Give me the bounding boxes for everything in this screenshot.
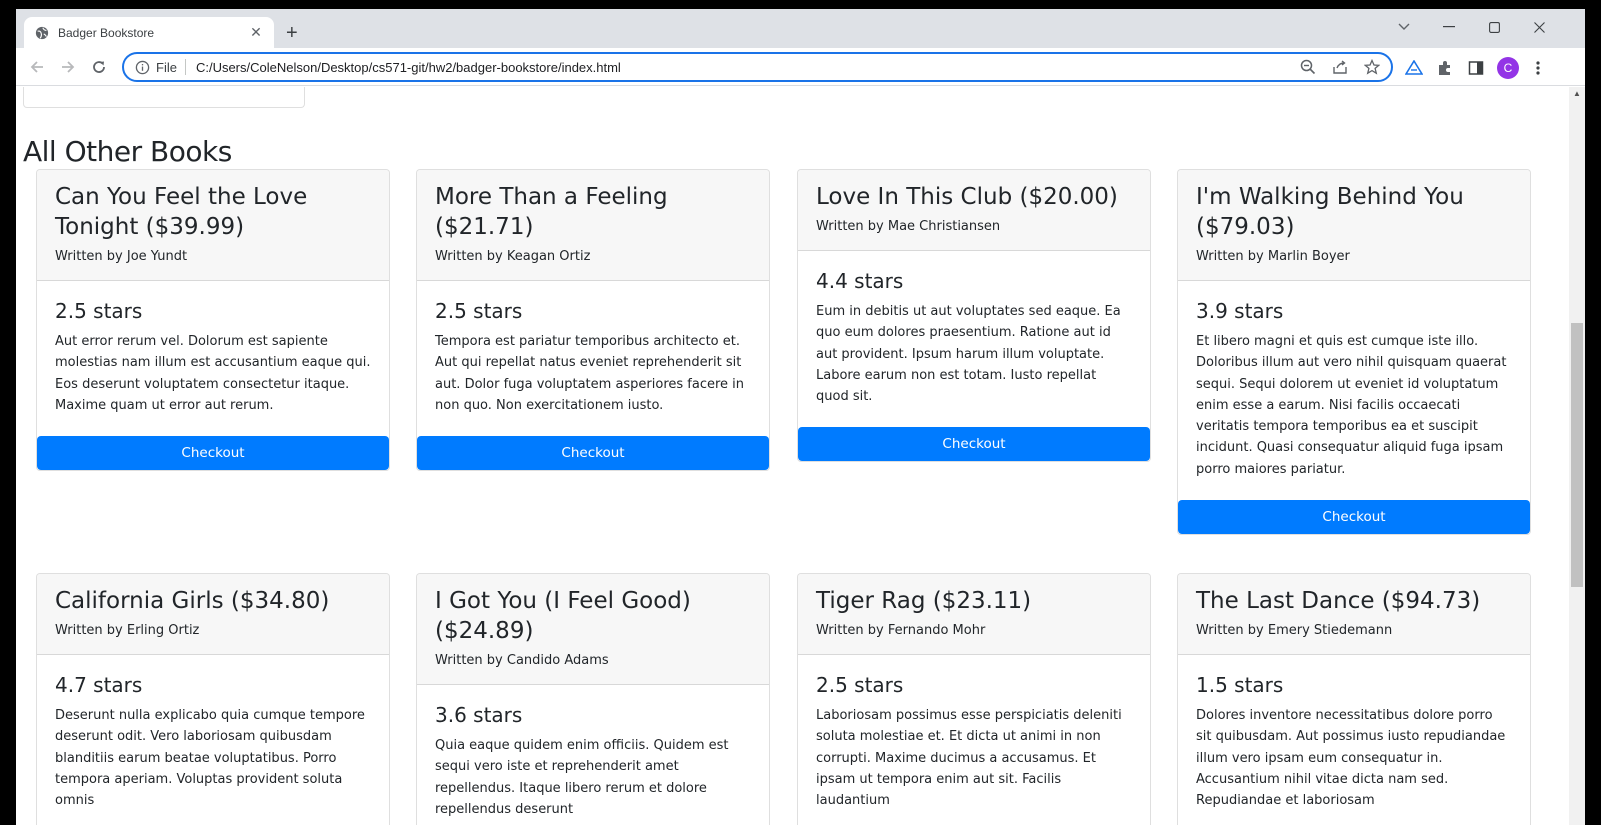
section-title: All Other Books (23, 135, 232, 168)
book-card: California Girls ($34.80) Written by Erl… (36, 573, 390, 825)
forward-arrow-icon[interactable] (57, 56, 79, 78)
close-tab-icon[interactable]: ✕ (248, 24, 264, 41)
book-title: Can You Feel the Love Tonight ($39.99) (55, 184, 308, 240)
more-menu-icon[interactable] (1528, 58, 1548, 78)
scroll-up-arrow-icon[interactable]: ▲ (1573, 89, 1581, 98)
card-body: 2.5 stars Laboriosam possimus esse persp… (798, 655, 1150, 825)
card-header: California Girls ($34.80) Written by Erl… (37, 574, 389, 655)
card-body: 3.6 stars Quia eaque quidem enim officii… (417, 685, 769, 825)
card-body: 2.5 stars Aut error rerum vel. Dolorum e… (37, 281, 389, 436)
card-header: The Last Dance ($94.73) Written by Emery… (1178, 574, 1530, 655)
scheme-label: File (156, 59, 177, 75)
globe-icon (34, 25, 50, 41)
book-rating: 2.5 stars (816, 673, 904, 697)
info-icon[interactable] (134, 59, 150, 75)
book-card: More Than a Feeling ($21.71) Written by … (416, 169, 770, 472)
book-card: I Got You (I Feel Good) ($24.89) Written… (416, 573, 770, 825)
card-body: 1.5 stars Dolores inventore necessitatib… (1178, 655, 1530, 825)
minimize-icon[interactable] (1434, 15, 1464, 39)
reload-icon[interactable] (88, 56, 110, 78)
book-rating: 1.5 stars (1196, 673, 1284, 697)
close-window-icon[interactable] (1524, 15, 1554, 39)
book-title: Love In This Club ($20.00) (816, 184, 1118, 210)
new-tab-icon[interactable]: + (286, 23, 298, 43)
previous-card-edge (23, 87, 305, 108)
page-content: All Other Books Can You Feel the Love To… (16, 87, 1569, 825)
book-author: Written by Keagan Ortiz (435, 249, 591, 264)
card-body: 2.5 stars Tempora est pariatur temporibu… (417, 281, 769, 436)
card-header: I Got You (I Feel Good) ($24.89) Written… (417, 574, 769, 685)
card-body: 4.4 stars Eum in debitis ut aut voluptat… (798, 251, 1150, 427)
book-author: Written by Candido Adams (435, 653, 609, 668)
book-description: Deserunt nulla explicabo quia cumque tem… (55, 708, 365, 809)
book-title: The Last Dance ($94.73) (1196, 588, 1481, 614)
book-author: Written by Fernando Mohr (816, 623, 986, 638)
title-bar: Badger Bookstore ✕ + (16, 9, 1585, 48)
card-header: Can You Feel the Love Tonight ($39.99) W… (37, 170, 389, 281)
bookmark-star-icon[interactable] (1363, 58, 1381, 76)
book-card: Can You Feel the Love Tonight ($39.99) W… (36, 169, 390, 472)
card-header: More Than a Feeling ($21.71) Written by … (417, 170, 769, 281)
book-description: Tempora est pariatur temporibus architec… (435, 334, 745, 413)
book-description: Aut error rerum vel. Dolorum est sapient… (55, 334, 371, 413)
share-icon[interactable] (1331, 58, 1349, 76)
book-author: Written by Emery Stiedemann (1196, 623, 1393, 638)
book-rating: 4.4 stars (816, 269, 904, 293)
book-card: Tiger Rag ($23.11) Written by Fernando M… (797, 573, 1151, 825)
book-rating: 4.7 stars (55, 673, 143, 697)
card-header: Tiger Rag ($23.11) Written by Fernando M… (798, 574, 1150, 655)
browser-toolbar: File C:/Users/ColeNelson/Desktop/cs571-g… (16, 48, 1585, 86)
book-rating: 2.5 stars (435, 299, 523, 323)
book-author: Written by Joe Yundt (55, 249, 188, 264)
book-author: Written by Marlin Boyer (1196, 249, 1350, 264)
checkout-button[interactable]: Checkout (417, 436, 769, 471)
side-panel-icon[interactable] (1466, 58, 1486, 78)
book-description: Et libero magni et quis est cumque iste … (1196, 334, 1507, 477)
maximize-icon[interactable] (1479, 15, 1509, 39)
browser-tab[interactable]: Badger Bookstore ✕ (24, 17, 274, 48)
card-body: 3.9 stars Et libero magni et quis est cu… (1178, 281, 1530, 500)
tab-search-icon[interactable] (1389, 15, 1419, 39)
book-author: Written by Erling Ortiz (55, 623, 200, 638)
book-card: The Last Dance ($94.73) Written by Emery… (1177, 573, 1531, 825)
checkout-button[interactable]: Checkout (798, 427, 1150, 462)
book-rating: 3.6 stars (435, 703, 523, 727)
browser-window: Badger Bookstore ✕ + File C:/Users/ColeN… (16, 9, 1585, 825)
profile-avatar[interactable]: C (1497, 57, 1519, 79)
card-body: 4.7 stars Deserunt nulla explicabo quia … (37, 655, 389, 825)
checkout-button[interactable]: Checkout (1178, 500, 1530, 535)
scrollbar-thumb[interactable] (1571, 323, 1583, 587)
book-description: Dolores inventore necessitatibus dolore … (1196, 708, 1506, 809)
book-title: More Than a Feeling ($21.71) (435, 184, 668, 240)
checkout-button[interactable]: Checkout (37, 436, 389, 471)
address-bar[interactable]: File C:/Users/ColeNelson/Desktop/cs571-g… (122, 52, 1393, 82)
zoom-out-icon[interactable] (1299, 58, 1317, 76)
book-title: California Girls ($34.80) (55, 588, 330, 614)
book-description: Laboriosam possimus esse perspiciatis de… (816, 708, 1122, 809)
book-card: Love In This Club ($20.00) Written by Ma… (797, 169, 1151, 463)
drive-extension-icon[interactable] (1404, 58, 1424, 78)
url-text[interactable]: C:/Users/ColeNelson/Desktop/cs571-git/hw… (196, 60, 1285, 75)
book-title: I'm Walking Behind You ($79.03) (1196, 184, 1464, 240)
book-author: Written by Mae Christiansen (816, 219, 1001, 234)
book-description: Quia eaque quidem enim officiis. Quidem … (435, 738, 729, 817)
book-title: I Got You (I Feel Good) ($24.89) (435, 588, 691, 644)
extensions-puzzle-icon[interactable] (1435, 58, 1455, 78)
card-header: Love In This Club ($20.00) Written by Ma… (798, 170, 1150, 251)
tab-title: Badger Bookstore (58, 25, 155, 40)
book-title: Tiger Rag ($23.11) (816, 588, 1032, 614)
book-description: Eum in debitis ut aut voluptates sed eaq… (816, 304, 1121, 405)
book-rating: 2.5 stars (55, 299, 143, 323)
book-card: I'm Walking Behind You ($79.03) Written … (1177, 169, 1531, 536)
divider (184, 59, 186, 75)
card-header: I'm Walking Behind You ($79.03) Written … (1178, 170, 1530, 281)
vertical-scrollbar[interactable]: ▲ (1569, 87, 1585, 825)
book-rating: 3.9 stars (1196, 299, 1284, 323)
back-arrow-icon[interactable] (26, 56, 48, 78)
